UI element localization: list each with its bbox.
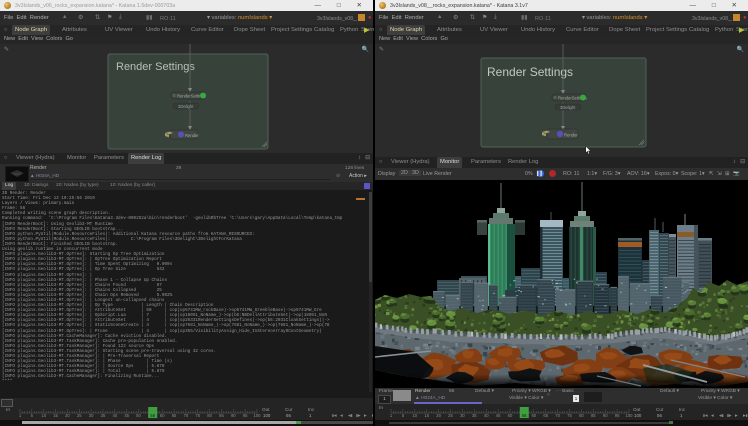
svg-text:95: 95 xyxy=(615,413,620,418)
svg-text:30: 30 xyxy=(460,413,465,418)
svg-text:▮▶: ▮▶ xyxy=(356,414,361,418)
svg-text:95: 95 xyxy=(243,413,248,418)
svg-text:1: 1 xyxy=(680,413,683,418)
svg-text:50: 50 xyxy=(508,413,513,418)
svg-text:35: 35 xyxy=(472,413,477,418)
svg-text:5: 5 xyxy=(31,413,34,418)
svg-text:▶: ▶ xyxy=(364,414,367,418)
svg-text:100: 100 xyxy=(263,413,271,418)
svg-text:40: 40 xyxy=(484,413,489,418)
svg-text:45: 45 xyxy=(496,413,501,418)
svg-text:Render: Render xyxy=(185,133,199,138)
svg-text:90: 90 xyxy=(603,413,608,418)
svg-text:15: 15 xyxy=(424,413,429,418)
svg-text:10: 10 xyxy=(412,413,417,418)
svg-text:40: 40 xyxy=(112,413,117,418)
svg-text:▶▮: ▶▮ xyxy=(372,414,373,418)
svg-text:▶▮: ▶▮ xyxy=(743,414,748,418)
svg-text:10: 10 xyxy=(41,413,46,418)
svg-text:25: 25 xyxy=(77,413,82,418)
svg-text:45: 45 xyxy=(124,413,129,418)
svg-text:Cur: Cur xyxy=(656,407,664,412)
svg-text:56: 56 xyxy=(286,413,291,418)
svg-text:100: 100 xyxy=(254,413,262,418)
svg-text:75: 75 xyxy=(195,413,200,418)
svg-text:Inc: Inc xyxy=(679,407,686,412)
svg-text:Out: Out xyxy=(633,407,641,412)
svg-text:85: 85 xyxy=(591,413,596,418)
svg-text:▮◀: ▮◀ xyxy=(332,414,337,418)
svg-text:Render Settings: Render Settings xyxy=(116,61,195,73)
svg-text:15: 15 xyxy=(53,413,58,418)
svg-text:90: 90 xyxy=(231,413,236,418)
svg-text:◀: ◀ xyxy=(340,414,343,418)
svg-text:60: 60 xyxy=(160,413,165,418)
svg-text:65: 65 xyxy=(543,413,548,418)
svg-text:80: 80 xyxy=(579,413,584,418)
svg-text:Out: Out xyxy=(262,407,270,412)
svg-text:◀: ◀ xyxy=(711,414,714,418)
svg-text:▮◀: ▮◀ xyxy=(703,414,708,418)
svg-text:35: 35 xyxy=(101,413,106,418)
svg-text:56: 56 xyxy=(522,413,527,418)
svg-text:85: 85 xyxy=(219,413,224,418)
svg-text:Cur: Cur xyxy=(285,407,293,412)
svg-text:30: 30 xyxy=(89,413,94,418)
svg-text:Render: Render xyxy=(564,133,578,138)
svg-text:50: 50 xyxy=(136,413,141,418)
svg-text:56: 56 xyxy=(657,413,662,418)
svg-text:56: 56 xyxy=(150,413,155,418)
svg-text:1: 1 xyxy=(19,413,22,418)
svg-text:3Delight: 3Delight xyxy=(560,105,576,110)
svg-text:100: 100 xyxy=(634,413,642,418)
svg-text:5: 5 xyxy=(402,413,405,418)
svg-text:70: 70 xyxy=(555,413,560,418)
svg-text:20: 20 xyxy=(436,413,441,418)
svg-text:3Delight: 3Delight xyxy=(178,104,194,109)
svg-text:1: 1 xyxy=(390,413,393,418)
svg-text:Inc: Inc xyxy=(308,407,315,412)
svg-text:60: 60 xyxy=(531,413,536,418)
svg-text:70: 70 xyxy=(184,413,189,418)
svg-text:100: 100 xyxy=(626,413,634,418)
svg-text:75: 75 xyxy=(567,413,572,418)
svg-text:80: 80 xyxy=(207,413,212,418)
svg-text:Render Settings: Render Settings xyxy=(487,65,573,79)
svg-text:25: 25 xyxy=(448,413,453,418)
svg-text:▮▶: ▮▶ xyxy=(727,414,732,418)
svg-text:▶: ▶ xyxy=(735,414,738,418)
svg-text:20: 20 xyxy=(65,413,70,418)
svg-text:◀▮: ◀▮ xyxy=(348,414,353,418)
svg-text:1: 1 xyxy=(309,413,312,418)
svg-text:◀▮: ◀▮ xyxy=(719,414,724,418)
svg-text:65: 65 xyxy=(172,413,177,418)
